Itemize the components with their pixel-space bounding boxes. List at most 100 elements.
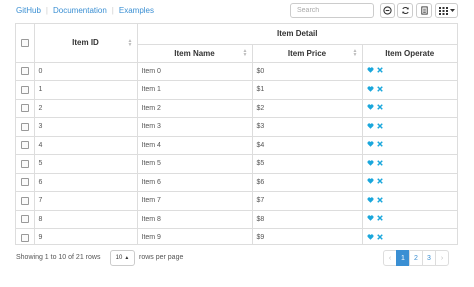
close-icon[interactable] [376, 85, 383, 92]
item-operate-cell [361, 80, 457, 100]
close-icon[interactable] [376, 67, 383, 74]
heart-icon[interactable] [367, 160, 374, 166]
item-name-header-label: Item Name [174, 48, 215, 58]
row-checkbox-cell [16, 61, 35, 81]
row-checkbox[interactable] [20, 122, 29, 131]
grid-icon [438, 6, 448, 15]
item-operate-header: Item Operate [361, 43, 457, 63]
row-checkbox-cell [16, 98, 35, 118]
item-name-cell: Item 5 [136, 154, 253, 174]
close-icon[interactable] [376, 141, 383, 148]
item-operate-cell [361, 117, 457, 137]
prev-page-button[interactable]: ‹ [383, 250, 397, 266]
list-view-icon [420, 6, 428, 15]
row-checkbox[interactable] [20, 196, 29, 205]
item-name-cell: Item 1 [136, 80, 253, 100]
pagination: ‹ 1 2 3 › [383, 250, 449, 266]
row-checkbox[interactable] [20, 85, 29, 94]
heart-icon[interactable] [367, 178, 374, 184]
heart-icon[interactable] [367, 197, 374, 203]
page-size-dropdown[interactable]: 10 ▲ [110, 250, 135, 266]
heart-icon[interactable] [367, 67, 374, 73]
item-id-header[interactable]: Item ID ▲ ▼ [33, 24, 138, 63]
close-icon[interactable] [376, 196, 383, 203]
page-1-button[interactable]: 1 [396, 250, 410, 266]
row-checkbox-cell [16, 209, 35, 229]
item-id-header-label: Item ID [72, 38, 99, 48]
close-icon[interactable] [376, 122, 383, 129]
item-price-cell: $0 [251, 61, 363, 81]
item-price-cell: $6 [251, 172, 363, 192]
row-checkbox[interactable] [20, 215, 29, 224]
close-icon[interactable] [376, 215, 383, 222]
item-name-cell: Item 9 [136, 228, 253, 244]
select-all-header [16, 24, 35, 63]
sort-icon: ▲ ▼ [242, 48, 248, 58]
close-icon[interactable] [376, 178, 383, 185]
table-row: 4 Item 4 $4 [16, 135, 457, 155]
item-price-cell: $9 [251, 228, 363, 244]
item-id-cell: 0 [33, 61, 138, 81]
heart-icon[interactable] [367, 141, 374, 147]
item-price-cell: $5 [251, 154, 363, 174]
columns-button[interactable] [435, 3, 458, 18]
select-all-checkbox[interactable] [20, 39, 29, 48]
heart-icon[interactable] [367, 215, 374, 221]
item-name-cell: Item 8 [136, 209, 253, 229]
row-checkbox[interactable] [20, 159, 29, 168]
refresh-icon [401, 6, 409, 15]
page-3-button[interactable]: 3 [422, 250, 436, 266]
item-price-cell: $8 [251, 209, 363, 229]
item-operate-cell [361, 172, 457, 192]
item-name-cell: Item 3 [136, 117, 253, 137]
close-icon[interactable] [376, 159, 383, 166]
data-table: Item ID ▲ ▼ Item Detail Item Name ▲ ▼ Item… [15, 23, 458, 245]
item-price-header[interactable]: Item Price ▲ ▼ [251, 43, 363, 63]
heart-icon[interactable] [367, 86, 374, 92]
row-checkbox[interactable] [20, 67, 29, 76]
item-name-cell: Item 2 [136, 98, 253, 118]
refresh-button[interactable] [397, 3, 413, 18]
row-checkbox-cell [16, 228, 35, 244]
row-checkbox[interactable] [20, 233, 29, 242]
search-input[interactable] [290, 3, 374, 18]
caret-down-icon [449, 8, 455, 12]
collapse-icon [383, 6, 392, 15]
item-name-header[interactable]: Item Name ▲ ▼ [137, 43, 253, 63]
close-icon[interactable] [376, 104, 383, 111]
rows-per-page-label: rows per page [139, 254, 184, 261]
item-operate-cell [361, 98, 457, 118]
next-page-button[interactable]: › [435, 250, 449, 266]
item-id-cell: 5 [33, 154, 138, 174]
table-row: 7 Item 7 $7 [16, 191, 457, 211]
table-row: 5 Item 5 $5 [16, 154, 457, 174]
heart-icon[interactable] [367, 123, 374, 129]
item-name-cell: Item 4 [136, 135, 253, 155]
row-checkbox-cell [16, 191, 35, 211]
toggle-view-button[interactable] [416, 3, 432, 18]
item-id-cell: 9 [33, 228, 138, 244]
table-row: 9 Item 9 $9 [16, 228, 457, 244]
row-checkbox[interactable] [20, 141, 29, 150]
item-id-cell: 2 [33, 98, 138, 118]
close-icon[interactable] [376, 233, 383, 240]
item-id-cell: 7 [33, 191, 138, 211]
table-row: 0 Item 0 $0 [16, 61, 457, 81]
item-operate-cell [361, 191, 457, 211]
github-link[interactable]: GitHub [16, 6, 41, 15]
documentation-link[interactable]: Documentation [53, 6, 107, 15]
row-checkbox[interactable] [20, 178, 29, 187]
item-price-cell: $2 [251, 98, 363, 118]
row-checkbox[interactable] [20, 104, 29, 113]
heart-icon[interactable] [367, 104, 374, 110]
toggle-pagination-button[interactable] [380, 3, 395, 18]
item-name-cell: Item 6 [136, 172, 253, 192]
heart-icon[interactable] [367, 234, 374, 240]
table-page: GitHub | Documentation | Examples Search… [0, 0, 474, 287]
item-operate-cell [361, 135, 457, 155]
page-2-button[interactable]: 2 [409, 250, 423, 266]
caret-up-icon: ▲ [124, 255, 130, 261]
examples-link[interactable]: Examples [119, 6, 154, 15]
item-id-cell: 4 [33, 135, 138, 155]
item-name-cell: Item 0 [136, 61, 253, 81]
